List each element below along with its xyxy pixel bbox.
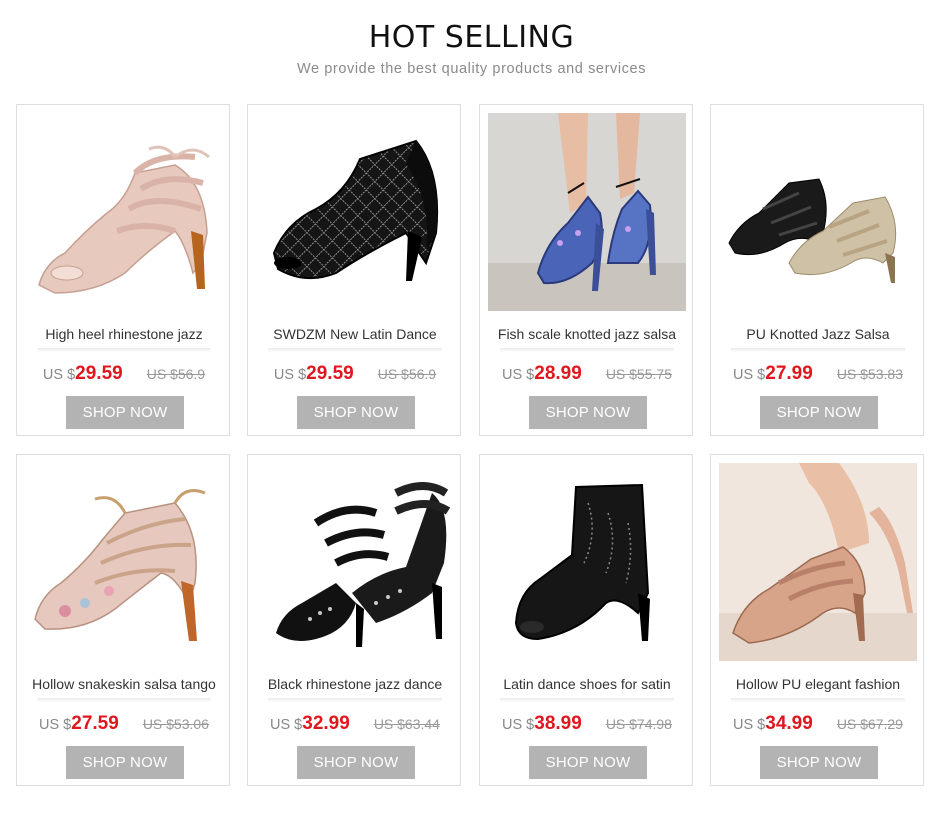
product-image[interactable] <box>488 113 686 311</box>
currency-label: US $ <box>502 367 535 383</box>
original-price: US $74.98 <box>605 716 672 732</box>
price-row: US $38.99 US $74.98 <box>480 713 694 737</box>
price-row: US $29.59 US $56.9 <box>17 363 231 387</box>
original-price: US $53.83 <box>836 366 903 382</box>
price-amount: 27.59 <box>71 713 119 734</box>
product-name[interactable]: Black rhinestone jazz dance <box>254 676 456 696</box>
shop-now-button[interactable]: SHOP NOW <box>66 746 184 779</box>
strappy-heels-pair-icon <box>728 178 897 283</box>
price-amount: 34.99 <box>765 713 813 734</box>
original-price: US $55.75 <box>605 366 672 382</box>
price-amount: 38.99 <box>534 713 582 734</box>
product-card[interactable]: Latin dance shoes for satin US $38.99 US… <box>479 454 693 786</box>
name-overflow-fade <box>268 698 442 702</box>
product-name[interactable]: Hollow snakeskin salsa tango <box>23 676 225 696</box>
shop-now-button[interactable]: SHOP NOW <box>529 746 647 779</box>
product-image[interactable] <box>256 113 454 311</box>
page-subtitle: We provide the best quality products and… <box>296 61 647 77</box>
current-price: US $34.99 <box>733 713 813 735</box>
name-overflow-fade <box>268 348 442 352</box>
price-row: US $27.59 US $53.06 <box>17 713 231 737</box>
current-price: US $29.59 <box>43 363 123 385</box>
currency-label: US $ <box>502 717 535 733</box>
currency-label: US $ <box>42 367 76 383</box>
product-card[interactable]: Hollow PU elegant fashion US $34.99 US $… <box>710 454 924 786</box>
currency-label: US $ <box>39 717 72 733</box>
product-image[interactable] <box>25 463 223 661</box>
shop-now-button[interactable]: SHOP NOW <box>297 746 415 779</box>
product-image[interactable] <box>719 463 917 661</box>
shop-now-button[interactable]: SHOP NOW <box>760 746 878 779</box>
product-card[interactable]: PU Knotted Jazz Salsa US $27.99 US $53.8… <box>710 104 924 436</box>
shop-now-button[interactable]: SHOP NOW <box>760 396 878 429</box>
pink-lace-up-heel-icon <box>38 145 210 294</box>
current-price: US $32.99 <box>270 713 350 735</box>
name-overflow-fade <box>37 698 211 702</box>
original-price: US $56.9 <box>146 366 206 382</box>
current-price: US $27.59 <box>39 713 119 735</box>
original-price: US $67.29 <box>836 716 903 732</box>
product-name[interactable]: Hollow PU elegant fashion <box>717 676 919 696</box>
currency-label: US $ <box>733 717 766 733</box>
page-title: HOT SELLING <box>368 20 575 55</box>
price-row: US $27.99 US $53.83 <box>711 363 925 387</box>
product-image[interactable] <box>719 113 917 311</box>
shop-now-button[interactable]: SHOP NOW <box>66 396 184 429</box>
current-price: US $38.99 <box>502 713 582 735</box>
product-card[interactable]: Black rhinestone jazz dance US $32.99 US… <box>247 454 461 786</box>
name-overflow-fade <box>731 348 905 352</box>
rose-gold-heel-photo-icon <box>719 463 917 661</box>
name-overflow-fade <box>500 698 674 702</box>
product-image[interactable] <box>25 113 223 311</box>
product-card[interactable]: High heel rhinestone jazz US $29.59 US $… <box>16 104 230 436</box>
price-amount: 29.59 <box>306 363 354 384</box>
price-row: US $29.59 US $56.9 <box>248 363 462 387</box>
name-overflow-fade <box>500 348 674 352</box>
price-amount: 27.99 <box>765 363 813 384</box>
currency-label: US $ <box>733 367 766 383</box>
shop-now-button[interactable]: SHOP NOW <box>297 396 415 429</box>
product-name[interactable]: High heel rhinestone jazz <box>23 326 225 346</box>
product-name[interactable]: PU Knotted Jazz Salsa <box>717 326 919 346</box>
currency-label: US $ <box>273 367 307 383</box>
product-card[interactable]: SWDZM New Latin Dance US $29.59 US $56.9… <box>247 104 461 436</box>
price-row: US $28.99 US $55.75 <box>480 363 694 387</box>
price-row: US $34.99 US $67.29 <box>711 713 925 737</box>
original-price: US $53.06 <box>142 716 209 732</box>
name-overflow-fade <box>731 698 905 702</box>
original-price: US $63.44 <box>373 716 440 732</box>
original-price: US $56.9 <box>377 366 437 382</box>
black-strappy-sandals-icon <box>276 482 451 647</box>
price-amount: 32.99 <box>302 713 350 734</box>
currency-label: US $ <box>270 717 303 733</box>
blue-scale-heel-photo-icon <box>488 113 686 311</box>
product-card[interactable]: Fish scale knotted jazz salsa US $28.99 … <box>479 104 693 436</box>
price-amount: 29.59 <box>75 363 123 384</box>
product-image[interactable] <box>256 463 454 661</box>
current-price: US $28.99 <box>502 363 582 385</box>
current-price: US $29.59 <box>274 363 354 385</box>
shop-now-button[interactable]: SHOP NOW <box>529 396 647 429</box>
product-name[interactable]: SWDZM New Latin Dance <box>254 326 456 346</box>
price-amount: 28.99 <box>534 363 582 384</box>
black-satin-boot-icon <box>514 483 650 641</box>
current-price: US $27.99 <box>733 363 813 385</box>
snakeskin-lace-up-heel-icon <box>34 489 206 641</box>
black-rhinestone-bootie-icon <box>272 139 439 281</box>
name-overflow-fade <box>37 348 211 352</box>
price-row: US $32.99 US $63.44 <box>248 713 462 737</box>
product-card[interactable]: Hollow snakeskin salsa tango US $27.59 U… <box>16 454 230 786</box>
product-name[interactable]: Fish scale knotted jazz salsa <box>486 326 688 346</box>
product-image[interactable] <box>488 463 686 661</box>
product-name[interactable]: Latin dance shoes for satin <box>486 676 688 696</box>
